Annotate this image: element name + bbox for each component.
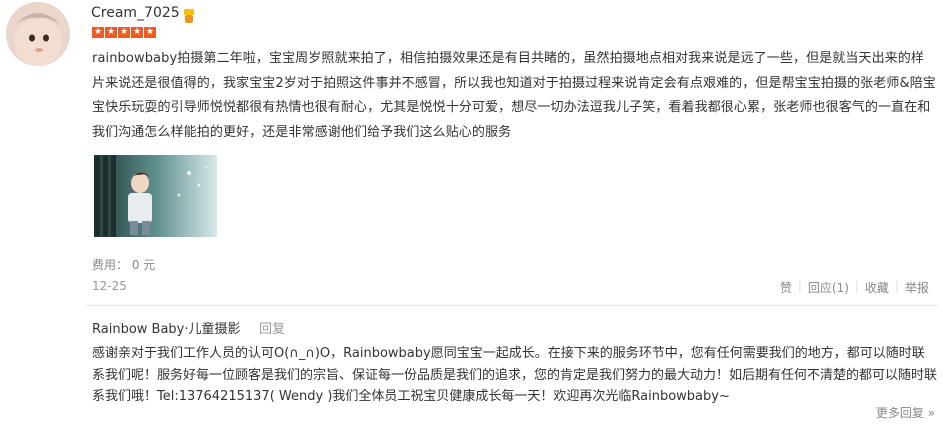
divider (86, 305, 938, 306)
merchant-name[interactable]: Rainbow Baby·儿童摄影 (92, 318, 241, 337)
merchant-reply-text: 感谢亲对于我们工作人员的认可O(∩_∩)O，Rainbowbaby愿同宝宝一起成… (92, 346, 938, 404)
review-photo[interactable] (94, 155, 217, 237)
star-icon: ★ (131, 27, 143, 38)
fee-info: 费用： 0 元 (92, 256, 155, 273)
star-icon: ★ (144, 27, 156, 38)
reply-button[interactable]: 回应(1) (802, 279, 855, 296)
rating-stars: ★ ★ ★ ★ ★ (92, 27, 156, 38)
favorite-button[interactable]: 收藏 (859, 279, 895, 296)
like-button[interactable]: 赞 (774, 279, 798, 296)
merchant-reply-button[interactable]: 回复 (259, 318, 285, 337)
more-replies-link[interactable]: 更多回复 » (876, 404, 935, 421)
star-icon: ★ (105, 27, 117, 38)
review-date: 12-25 (92, 279, 127, 293)
username[interactable]: Cream_7025 (91, 5, 180, 21)
review-actions: 赞 | 回应(1) | 收藏 | 举报 (774, 279, 935, 296)
star-icon: ★ (118, 27, 130, 38)
vip-badge-icon (184, 9, 194, 23)
fee-value: 0 元 (131, 258, 156, 272)
user-avatar[interactable] (6, 2, 70, 66)
fee-label: 费用： (92, 258, 129, 272)
report-button[interactable]: 举报 (899, 279, 935, 296)
star-icon: ★ (92, 27, 104, 38)
review-text: rainbowbaby拍摄第二年啦，宝宝周岁照就来拍了，相信拍摄效果还是有目共睹… (92, 51, 936, 141)
